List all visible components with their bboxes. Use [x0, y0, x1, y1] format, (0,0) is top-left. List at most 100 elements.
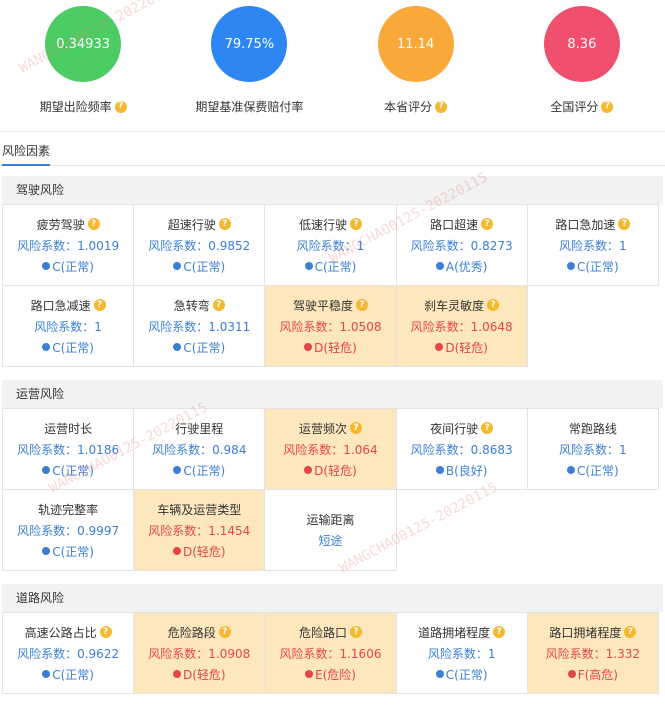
- risk-level-text: C(正常): [52, 544, 94, 559]
- metric-label-row: 全国评分?: [550, 98, 614, 115]
- risk-level-text: C(正常): [183, 340, 226, 355]
- factor-title-row: 轨迹完整率: [38, 501, 98, 518]
- help-icon[interactable]: ?: [493, 626, 506, 638]
- help-icon[interactable]: ?: [99, 626, 112, 638]
- risk-level-text: D(轻危): [314, 340, 357, 355]
- status-dot-icon: [172, 547, 181, 555]
- factor-title: 危险路段: [167, 625, 216, 640]
- status-dot-icon: [304, 262, 313, 270]
- risk-level: C(正常): [42, 543, 94, 560]
- factor-title-row: 高速公路占比?: [25, 624, 112, 641]
- risk-level: C(正常): [42, 258, 94, 275]
- status-dot-icon: [42, 262, 51, 270]
- factor-title: 路口急加速: [555, 217, 616, 232]
- risk-level-text: C(正常): [314, 259, 357, 274]
- metric-circle: 8.36: [543, 6, 620, 82]
- risk-factor-card: 低速行驶? 风险系数：1 C(正常): [264, 204, 397, 286]
- tab-risk-factors[interactable]: 风险因素: [2, 142, 51, 166]
- status-dot-icon: [173, 343, 182, 351]
- section-title: 道路风险: [2, 584, 663, 612]
- help-icon[interactable]: ?: [355, 299, 368, 311]
- help-icon[interactable]: ?: [349, 218, 362, 230]
- metric-circle: 0.34933: [45, 6, 122, 82]
- metric-value: 79.75%: [224, 36, 275, 52]
- status-dot-icon: [304, 466, 313, 474]
- risk-level: D(轻危): [172, 543, 226, 560]
- risk-level-text: B(良好): [445, 463, 488, 478]
- help-icon[interactable]: ?: [481, 218, 494, 230]
- help-icon[interactable]: ?: [618, 218, 631, 230]
- risk-factor-card: 超速行驶? 风险系数：0.9852 C(正常): [133, 204, 266, 286]
- metric-label: 期望出险频率: [39, 100, 112, 114]
- risk-level: C(正常): [435, 666, 488, 683]
- factor-title: 超速行驶: [167, 217, 216, 232]
- status-dot-icon: [42, 670, 51, 678]
- tab-bar: 风险因素: [0, 132, 665, 166]
- help-icon[interactable]: ?: [624, 626, 637, 638]
- risk-level: D(轻危): [304, 339, 357, 356]
- factor-title: 急转弯: [173, 298, 210, 313]
- risk-coefficient: 风险系数：1.0648: [410, 319, 513, 334]
- help-icon[interactable]: ?: [87, 218, 100, 230]
- risk-factor-card: 路口急加速? 风险系数：1 C(正常): [526, 204, 659, 286]
- risk-level-text: C(正常): [576, 463, 619, 478]
- risk-level-text: D(轻危): [314, 463, 357, 478]
- status-dot-icon: [42, 466, 51, 474]
- risk-coefficient: 风险系数：1: [559, 442, 627, 457]
- help-icon[interactable]: ?: [487, 299, 500, 311]
- status-dot-icon: [42, 547, 51, 555]
- status-dot-icon: [435, 262, 444, 270]
- factor-title: 运营时长: [44, 421, 93, 436]
- section-title: 运营风险: [2, 380, 663, 408]
- risk-coefficient: 风险系数：0.8273: [410, 238, 513, 253]
- help-icon[interactable]: ?: [93, 299, 106, 311]
- help-icon[interactable]: ?: [218, 218, 231, 230]
- risk-coefficient: 风险系数：1.1606: [279, 646, 382, 661]
- metric-label-row: 期望出险频率?: [40, 98, 127, 115]
- factor-title-row: 路口急加速?: [555, 216, 631, 233]
- metrics-panel: 0.34933 期望出险频率? 79.75% 期望基准保费赔付率 11.14 本…: [0, 0, 665, 132]
- risk-factor-card: 轨迹完整率 风险系数：0.9997 C(正常): [2, 489, 135, 571]
- risk-level-text: C(正常): [445, 667, 488, 682]
- metric-province-score: 11.14 本省评分?: [333, 0, 499, 131]
- factor-title-row: 路口超速?: [430, 216, 494, 233]
- risk-level: F(高危): [567, 666, 618, 683]
- risk-coefficient: 风险系数：1.0186: [17, 442, 120, 457]
- factor-title: 路口超速: [430, 217, 479, 232]
- metric-value: 0.34933: [56, 36, 110, 52]
- status-dot-icon: [435, 670, 444, 678]
- factor-title: 行驶里程: [175, 421, 224, 436]
- metric-label-row: 期望基准保费赔付率: [195, 98, 303, 115]
- risk-section: 道路风险 高速公路占比? 风险系数：0.9622 C(正常) 危险路段? 风险系数：1.0…: [2, 584, 663, 694]
- risk-level-text: A(优秀): [445, 259, 488, 274]
- factor-title-row: 行驶里程: [175, 420, 223, 437]
- risk-coefficient: 风险系数：1: [559, 238, 627, 253]
- risk-section: 驾驶风险 疲劳驾驶? 风险系数：1.0019 C(正常) 超速行驶? 风险系数：0.985…: [2, 176, 663, 367]
- help-icon[interactable]: ?: [435, 100, 448, 113]
- risk-factor-card: 常跑路线风险系数：1 C(正常): [526, 408, 659, 490]
- factor-title-row: 路口急减速?: [31, 297, 106, 314]
- help-icon[interactable]: ?: [349, 626, 362, 638]
- help-icon[interactable]: ?: [114, 100, 127, 113]
- metric-label: 期望基准保费赔付率: [195, 100, 304, 114]
- status-dot-icon: [42, 343, 51, 351]
- help-icon[interactable]: ?: [218, 626, 231, 638]
- metric-circle: 11.14: [377, 6, 454, 82]
- risk-coefficient: 风险系数：0.984: [152, 442, 247, 457]
- risk-factor-card: 疲劳驾驶? 风险系数：1.0019 C(正常): [2, 204, 135, 286]
- risk-level-text: C(正常): [52, 463, 94, 478]
- factor-title-row: 道路拥堵程度?: [418, 624, 506, 641]
- factor-title: 危险路口: [298, 625, 347, 640]
- factor-title-row: 急转弯?: [174, 297, 225, 314]
- factor-title-row: 常跑路线: [569, 420, 617, 437]
- help-icon[interactable]: ?: [212, 299, 225, 311]
- risk-level: D(轻危): [435, 339, 488, 356]
- risk-factor-card: 车辆及运营类型 风险系数：1.1454 D(轻危): [133, 489, 266, 571]
- help-icon[interactable]: ?: [481, 422, 494, 434]
- help-icon[interactable]: ?: [349, 422, 362, 434]
- help-icon[interactable]: ?: [601, 100, 614, 113]
- risk-factor-card: 运营时长风险系数：1.0186 C(正常): [2, 408, 135, 490]
- risk-factor-card: 急转弯? 风险系数：1.0311 C(正常): [133, 285, 266, 367]
